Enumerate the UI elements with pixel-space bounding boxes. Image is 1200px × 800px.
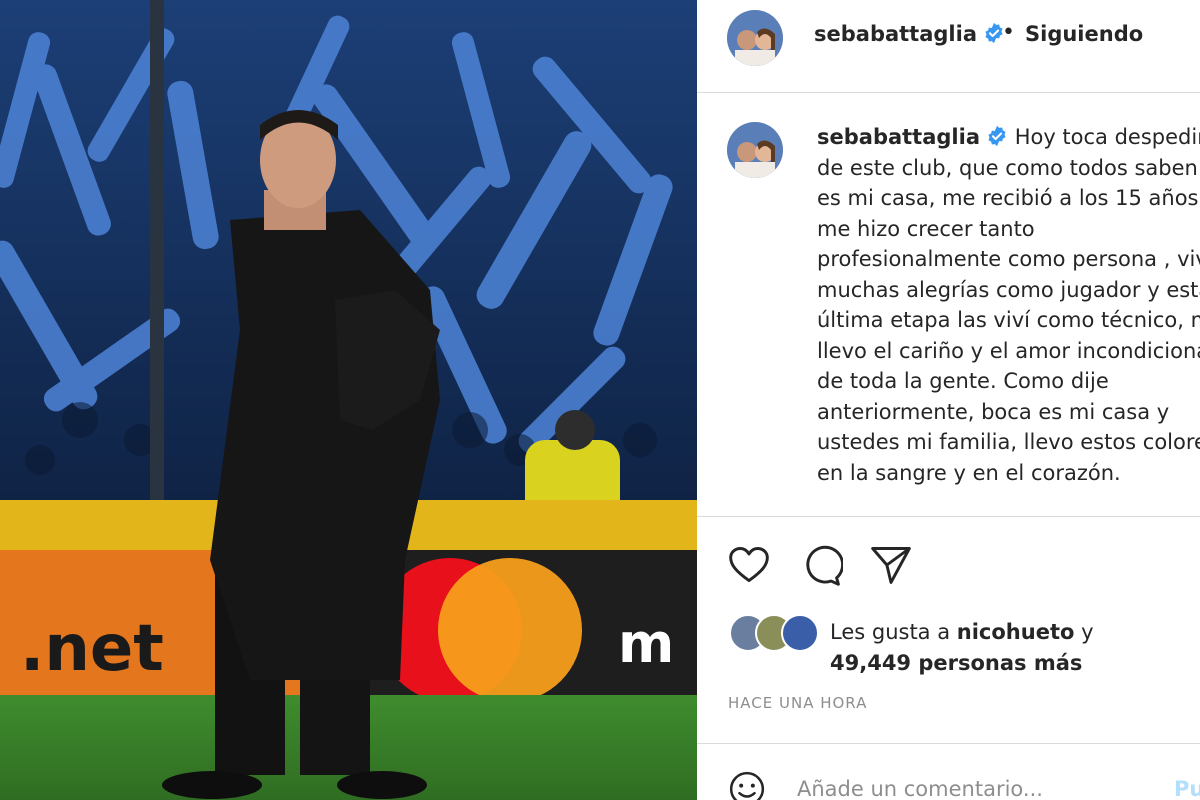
comment-bubble-icon[interactable] xyxy=(799,543,845,587)
liked-by-avatars[interactable] xyxy=(729,614,829,654)
caption-username[interactable]: sebabattaglia xyxy=(817,125,980,149)
heart-icon[interactable] xyxy=(727,543,771,587)
board-text-left: .net xyxy=(20,612,164,686)
caption-line: ustedes mi familia, llevo estos colores xyxy=(817,430,1200,454)
comment-input[interactable] xyxy=(797,777,1177,800)
likes-count[interactable]: 49,449 personas más xyxy=(830,651,1082,675)
post-timestamp[interactable]: HACE UNA HORA xyxy=(728,694,867,712)
liker-avatar xyxy=(781,614,819,652)
caption-line: última etapa las viví como técnico, me xyxy=(817,308,1200,332)
smiley-icon[interactable] xyxy=(727,769,767,800)
board-text-right: m xyxy=(618,612,674,675)
likes-conj: y xyxy=(1081,620,1094,644)
caption-author-avatar[interactable] xyxy=(727,122,783,178)
caption-line: llevo el cariño y el amor incondicional xyxy=(817,338,1200,363)
likes-summary: Les gusta a nicohueto y 49,449 personas … xyxy=(830,617,1094,679)
header-separator: • xyxy=(1002,20,1015,45)
photo-illustration: .net m xyxy=(0,0,697,800)
actions-divider xyxy=(697,516,1200,517)
caption-line: de toda la gente. Como dije xyxy=(817,369,1109,393)
post-caption: sebabattaglia Hoy toca despedirme de est… xyxy=(817,122,1200,488)
caption-line: profesionalmente como persona , viví xyxy=(817,247,1200,271)
following-button[interactable]: Siguiendo xyxy=(1025,22,1143,46)
caption-line: anteriormente, boca es mi casa y xyxy=(817,399,1170,424)
paper-plane-icon[interactable] xyxy=(869,543,913,587)
liked-by-username[interactable]: nicohueto xyxy=(957,620,1075,644)
verified-badge-icon xyxy=(986,125,1008,147)
author-username[interactable]: sebabattaglia xyxy=(814,22,1005,46)
likes-prefix: Les gusta a xyxy=(830,620,951,644)
post-header: sebabattaglia • Siguiendo xyxy=(697,0,1200,93)
caption-line: en la sangre y en el corazón. xyxy=(817,460,1121,485)
publish-comment-button[interactable]: Publicar xyxy=(1174,777,1200,800)
caption-line: de este club, que como todos saben xyxy=(817,155,1198,180)
caption-line: es mi casa, me recibió a los 15 años, xyxy=(817,186,1200,210)
post-side-panel: sebabattaglia • Siguiendo sebabattaglia … xyxy=(697,0,1200,800)
caption-text: Hoy toca despedirme xyxy=(1014,125,1200,149)
caption-line: muchas alegrías como jugador y esta xyxy=(817,277,1200,302)
author-username-text[interactable]: sebabattaglia xyxy=(814,22,977,46)
caption-line: me hizo crecer tanto xyxy=(817,216,1035,241)
author-avatar[interactable] xyxy=(727,10,783,66)
comment-bar: Publicar xyxy=(697,743,1200,800)
post-photo[interactable]: .net m xyxy=(0,0,697,800)
caption-line: sebabattaglia Hoy toca despedirme xyxy=(817,122,1200,153)
